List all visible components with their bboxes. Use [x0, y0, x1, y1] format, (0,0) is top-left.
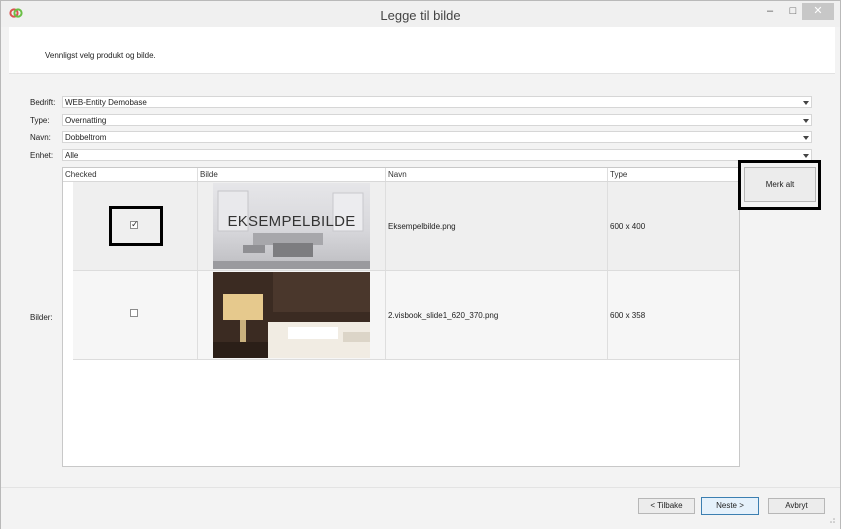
images-label: Bilder:: [30, 313, 53, 322]
dialog-window: Legge til bilde – □ ✕ Vennligst velg pro…: [0, 0, 841, 529]
column-divider: [197, 182, 198, 270]
title-bar: Legge til bilde – □ ✕: [1, 1, 840, 27]
type-label: Type:: [30, 116, 50, 125]
window-title: Legge til bilde: [380, 8, 461, 23]
row-checkbox[interactable]: [130, 309, 138, 317]
company-dropdown[interactable]: WEB-Entity Demobase: [62, 96, 812, 108]
type-dropdown[interactable]: Overnatting: [62, 114, 812, 126]
bedroom-photo: [213, 272, 370, 358]
company-label: Bedrift:: [30, 98, 56, 107]
column-divider: [385, 168, 386, 181]
highlight-box: [109, 206, 163, 246]
maximize-button[interactable]: □: [782, 3, 804, 20]
column-header-checked[interactable]: Checked: [65, 170, 97, 179]
type-value: Overnatting: [65, 116, 107, 125]
column-divider: [197, 168, 198, 181]
instruction-text: Vennligst velg produkt og bilde.: [45, 51, 156, 60]
chevron-down-icon: [803, 101, 809, 105]
column-divider: [197, 271, 198, 359]
chevron-down-icon: [803, 119, 809, 123]
row-type: 600 x 358: [610, 311, 646, 320]
table-row[interactable]: ✓ EKSEMPELBILDE Eksempelbilde.png 600 x …: [73, 182, 739, 271]
name-value: Dobbeltrom: [65, 133, 107, 142]
thumbnail-image: [213, 272, 370, 358]
column-divider: [385, 182, 386, 270]
table-row[interactable]: 2.visbook_slide1_620_370.png 600 x 358: [73, 271, 739, 360]
grid-header: Checked Bilde Navn Type: [63, 168, 739, 182]
column-header-image[interactable]: Bilde: [200, 170, 218, 179]
row-name: 2.visbook_slide1_620_370.png: [388, 311, 499, 320]
header-panel: Vennligst velg produkt og bilde.: [9, 27, 835, 74]
image-caption: EKSEMPELBILDE: [227, 213, 356, 230]
column-divider: [385, 271, 386, 359]
chevron-down-icon: [803, 154, 809, 158]
column-divider: [607, 168, 608, 181]
name-label: Navn:: [30, 133, 51, 142]
images-grid[interactable]: Checked Bilde Navn Type ✓ EKSEMPELBILDE …: [62, 167, 740, 467]
company-value: WEB-Entity Demobase: [65, 98, 147, 107]
thumbnail-image: EKSEMPELBILDE: [213, 183, 370, 269]
back-button[interactable]: < Tilbake: [638, 498, 695, 514]
close-button[interactable]: ✕: [802, 3, 834, 20]
name-dropdown[interactable]: Dobbeltrom: [62, 131, 812, 143]
highlight-box: [738, 160, 821, 210]
column-divider: [607, 182, 608, 270]
unit-dropdown[interactable]: Alle: [62, 149, 812, 161]
cancel-button[interactable]: Avbryt: [768, 498, 825, 514]
minimize-button[interactable]: –: [759, 3, 781, 20]
row-name: Eksempelbilde.png: [388, 222, 456, 231]
unit-label: Enhet:: [30, 151, 54, 160]
column-divider: [607, 271, 608, 359]
next-button[interactable]: Neste >: [701, 497, 759, 515]
column-header-name[interactable]: Navn: [388, 170, 407, 179]
column-header-type[interactable]: Type: [610, 170, 627, 179]
chevron-down-icon: [803, 136, 809, 140]
unit-value: Alle: [65, 151, 79, 160]
row-type: 600 x 400: [610, 222, 646, 231]
resize-grip-icon[interactable]: [827, 515, 836, 524]
